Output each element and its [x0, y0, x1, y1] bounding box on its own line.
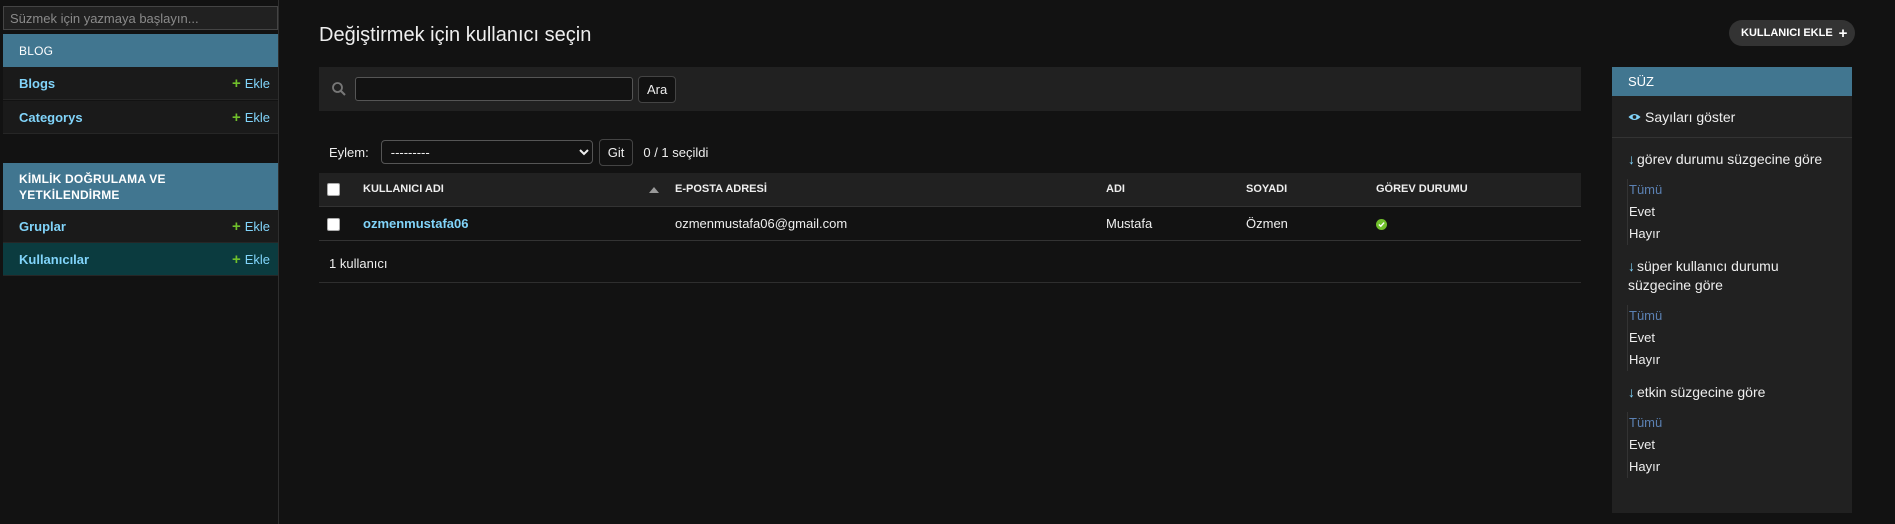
filter-heading-label: görev durumu süzgecine göre — [1637, 151, 1823, 167]
admin-app: BLOG Blogs + Ekle Categorys + Ekle KİMLİ… — [0, 0, 1895, 524]
sidebar-filter-input[interactable] — [3, 6, 278, 30]
filter-options: Tümü Evet Hayır — [1627, 412, 1836, 478]
actions-bar: Eylem: --------- Git 0 / 1 seçildi — [319, 138, 709, 166]
add-label: Ekle — [244, 75, 270, 91]
username-cell: ozmenmustafa06 — [355, 206, 667, 241]
select-all-header — [319, 173, 355, 207]
filter-panel: SÜZ Sayıları göster ↓ görev durumu süzgec… — [1612, 67, 1852, 513]
plus-icon: + — [231, 250, 241, 268]
sidebar-add-categorys[interactable]: + Ekle — [232, 110, 270, 125]
filter-option-all[interactable]: Tümü — [1628, 305, 1836, 327]
column-header-username[interactable]: KULLANICI ADI — [355, 173, 667, 207]
sidebar-item-users: Kullanıcılar + Ekle — [3, 243, 278, 276]
page-title: Değiştirmek için kullanıcı seçin — [319, 24, 592, 46]
plus-icon: + — [1838, 24, 1848, 42]
check-circle-icon — [1376, 218, 1387, 230]
filter-option-no[interactable]: Hayır — [1628, 223, 1836, 245]
filter-option-all[interactable]: Tümü — [1628, 412, 1836, 434]
selected-count: 0 / 1 seçildi — [643, 144, 709, 160]
filter-option-yes[interactable]: Evet — [1628, 434, 1836, 456]
filter-heading-label: süper kullanıcı durumu süzgecine göre — [1628, 258, 1779, 293]
filter-option-yes[interactable]: Evet — [1628, 327, 1836, 349]
filter-group-active: ↓ etkin süzgecine göre Tümü Evet Hayır — [1612, 371, 1852, 478]
sidebar-link-blogs[interactable]: Blogs — [19, 76, 55, 91]
action-select[interactable]: --------- — [380, 140, 593, 164]
filter-option-yes[interactable]: Evet — [1628, 201, 1836, 223]
filter-heading: ↓ etkin süzgecine göre — [1628, 383, 1836, 402]
table-row: ozmenmustafa06 ozmenmustafa06@gmail.com … — [319, 206, 1581, 241]
first-name-cell: Mustafa — [1098, 206, 1238, 241]
sidebar: BLOG Blogs + Ekle Categorys + Ekle KİMLİ… — [0, 0, 279, 524]
filter-heading: ↓ süper kullanıcı durumu süzgecine göre — [1628, 257, 1836, 295]
sort-ascending-icon[interactable] — [649, 187, 659, 194]
filter-options: Tümü Evet Hayır — [1627, 305, 1836, 371]
sidebar-add-blogs[interactable]: + Ekle — [232, 76, 270, 91]
filter-group-staff: ↓ görev durumu süzgecine göre Tümü Evet H… — [1612, 138, 1852, 245]
add-label: Ekle — [244, 218, 270, 234]
username-link[interactable]: ozmenmustafa06 — [363, 216, 468, 231]
filter-option-no[interactable]: Hayır — [1628, 456, 1836, 478]
sidebar-link-groups[interactable]: Gruplar — [19, 219, 66, 234]
filter-options: Tümü Evet Hayır — [1627, 179, 1836, 245]
eye-icon — [1628, 113, 1641, 120]
search-toolbar: Ara — [319, 67, 1581, 111]
sidebar-add-groups[interactable]: + Ekle — [232, 219, 270, 234]
module-caption-auth[interactable]: KİMLİK DOĞRULAMA VE YETKİLENDİRME — [3, 163, 278, 210]
sidebar-item-categorys: Categorys + Ekle — [3, 101, 278, 134]
sidebar-item-blogs: Blogs + Ekle — [3, 67, 278, 100]
search-input[interactable] — [355, 77, 633, 101]
filter-option-no[interactable]: Hayır — [1628, 349, 1836, 371]
arrow-down-icon: ↓ — [1628, 258, 1635, 274]
column-label: KULLANICI ADI — [363, 183, 444, 196]
column-header-staff-status[interactable]: GÖREV DURUMU — [1368, 173, 1581, 207]
filter-group-superuser: ↓ süper kullanıcı durumu süzgecine göre T… — [1612, 245, 1852, 371]
last-name-cell: Özmen — [1238, 206, 1368, 241]
search-button[interactable]: Ara — [638, 75, 677, 103]
arrow-down-icon: ↓ — [1628, 384, 1635, 400]
add-label: Ekle — [244, 109, 270, 125]
search-icon — [332, 82, 346, 96]
actions-label: Eylem: — [329, 144, 369, 160]
plus-icon: + — [231, 108, 241, 126]
plus-icon: + — [231, 74, 241, 92]
filter-option-all[interactable]: Tümü — [1628, 179, 1836, 201]
sidebar-link-users[interactable]: Kullanıcılar — [19, 252, 89, 267]
email-cell: ozmenmustafa06@gmail.com — [667, 206, 1098, 241]
filter-heading-label: etkin süzgecine göre — [1637, 384, 1766, 400]
add-user-button[interactable]: KULLANICI EKLE + — [1729, 20, 1856, 46]
row-checkbox[interactable] — [327, 217, 340, 231]
select-all-checkbox[interactable] — [327, 182, 340, 196]
filter-title: SÜZ — [1612, 67, 1852, 96]
results-table: KULLANICI ADI E-POSTA ADRESİ ADI SOYADI … — [319, 173, 1581, 241]
arrow-down-icon: ↓ — [1628, 151, 1635, 167]
column-header-first-name[interactable]: ADI — [1098, 173, 1238, 207]
plus-icon: + — [231, 217, 241, 235]
go-button[interactable]: Git — [598, 138, 634, 166]
column-header-last-name[interactable]: SOYADI — [1238, 173, 1368, 207]
row-select-cell — [319, 206, 355, 241]
filter-heading: ↓ görev durumu süzgecine göre — [1628, 150, 1836, 169]
sidebar-item-groups: Gruplar + Ekle — [3, 210, 278, 243]
show-counts-link[interactable]: Sayıları göster — [1612, 96, 1852, 138]
sidebar-add-users[interactable]: + Ekle — [232, 252, 270, 267]
add-label: Ekle — [244, 251, 270, 267]
column-header-email[interactable]: E-POSTA ADRESİ — [667, 173, 1098, 207]
sidebar-link-categorys[interactable]: Categorys — [19, 110, 83, 125]
paginator: 1 kullanıcı — [319, 245, 1581, 283]
add-user-label: KULLANICI EKLE — [1741, 27, 1833, 39]
table-header-row: KULLANICI ADI E-POSTA ADRESİ ADI SOYADI … — [319, 173, 1581, 207]
show-counts-label: Sayıları göster — [1645, 108, 1736, 125]
module-caption-blog[interactable]: BLOG — [3, 34, 278, 67]
staff-status-cell — [1368, 206, 1581, 241]
